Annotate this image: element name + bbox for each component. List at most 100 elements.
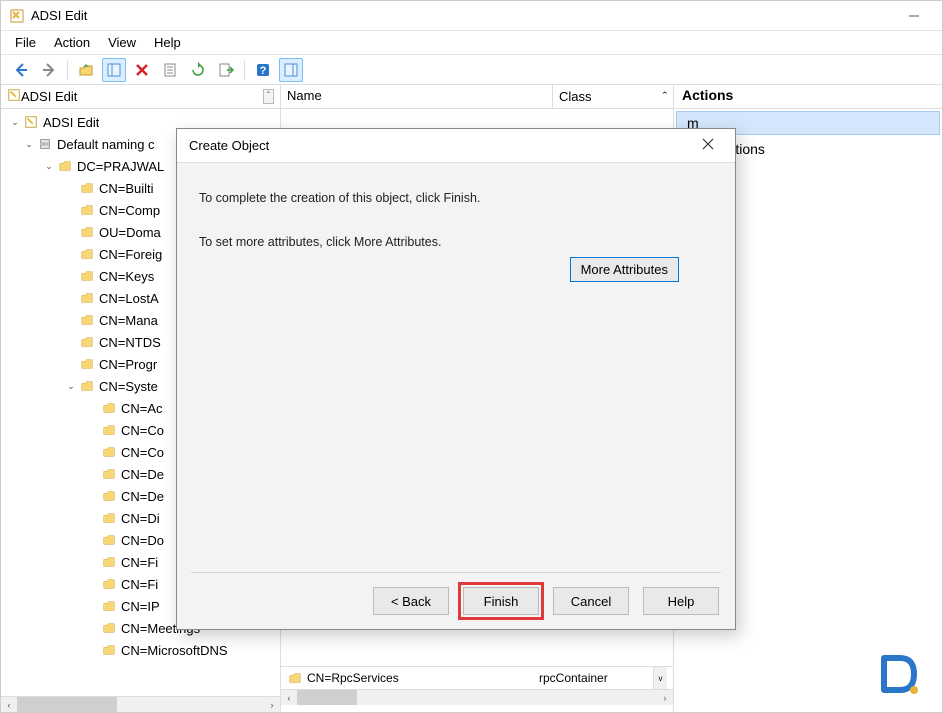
list-item[interactable]: CN=RpcServices rpcContainer v — [281, 667, 673, 689]
expander-none — [65, 314, 77, 326]
scroll-right-button[interactable]: › — [264, 697, 280, 712]
menu-action[interactable]: Action — [54, 35, 90, 50]
scroll-left-button[interactable]: ‹ — [1, 697, 17, 712]
tree-item-label: CN=Progr — [99, 357, 157, 372]
menu-help[interactable]: Help — [154, 35, 181, 50]
properties-button[interactable] — [158, 58, 182, 82]
tree-item-label: CN=Fi — [121, 555, 158, 570]
folder-icon — [57, 158, 73, 174]
delete-button[interactable] — [130, 58, 154, 82]
tree-item-label: CN=De — [121, 489, 164, 504]
folder-icon — [79, 246, 95, 262]
titlebar: ADSI Edit — [1, 1, 942, 31]
cancel-button[interactable]: Cancel — [553, 587, 629, 615]
folder-icon — [101, 532, 117, 548]
column-class-header[interactable]: Class ˆ — [553, 85, 673, 108]
menubar: File Action View Help — [1, 31, 942, 55]
tree-header[interactable]: ADSI Edit ˆ — [1, 85, 280, 109]
folder-icon — [79, 268, 95, 284]
list-item-name: CN=RpcServices — [307, 671, 399, 685]
expander-none — [87, 622, 99, 634]
watermark-logo — [876, 650, 924, 698]
tree-item-label: CN=IP — [121, 599, 160, 614]
forward-nav-button[interactable] — [37, 58, 61, 82]
minimize-button[interactable] — [894, 2, 934, 30]
column-name-header[interactable]: Name — [281, 85, 553, 108]
scroll-right-button[interactable]: › — [657, 690, 673, 705]
show-actions-pane-button[interactable] — [279, 58, 303, 82]
folder-icon — [287, 670, 303, 686]
tree-item[interactable]: CN=MicrosoftDNS — [5, 639, 280, 661]
expander-none — [65, 292, 77, 304]
tree-item-label: CN=MicrosoftDNS — [121, 643, 228, 658]
tree-item-label: CN=Builti — [99, 181, 154, 196]
folder-icon — [101, 598, 117, 614]
expander-open-icon[interactable]: ⌄ — [9, 116, 21, 128]
help-dialog-button[interactable]: Help — [643, 587, 719, 615]
folder-icon — [79, 224, 95, 240]
actions-header: Actions — [674, 85, 942, 109]
folder-icon — [79, 290, 95, 306]
dialog-body: To complete the creation of this object,… — [177, 163, 735, 572]
tree-item-label: CN=NTDS — [99, 335, 161, 350]
expander-none — [87, 446, 99, 458]
server-icon — [37, 136, 53, 152]
scroll-thumb[interactable] — [17, 697, 117, 712]
tree-item-label: CN=Fi — [121, 577, 158, 592]
tree-item-label: CN=Comp — [99, 203, 160, 218]
expander-open-icon[interactable]: ⌄ — [23, 138, 35, 150]
chevron-up-icon[interactable]: ˆ — [663, 89, 667, 104]
expander-none — [65, 226, 77, 238]
folder-icon — [101, 554, 117, 570]
folder-icon — [79, 202, 95, 218]
back-nav-button[interactable] — [9, 58, 33, 82]
expander-open-icon[interactable]: ⌄ — [43, 160, 55, 172]
scroll-down-button[interactable]: v — [653, 667, 667, 689]
expander-open-icon[interactable]: ⌄ — [65, 380, 77, 392]
scroll-track[interactable] — [17, 697, 264, 712]
back-button[interactable]: < Back — [373, 587, 449, 615]
folder-icon — [101, 444, 117, 460]
folder-icon — [101, 576, 117, 592]
horizontal-scrollbar[interactable]: ‹ › — [281, 689, 673, 705]
scroll-left-button[interactable]: ‹ — [281, 690, 297, 705]
expander-none — [87, 490, 99, 502]
folder-icon — [101, 620, 117, 636]
help-button[interactable]: ? — [251, 58, 275, 82]
refresh-button[interactable] — [186, 58, 210, 82]
expander-none — [65, 358, 77, 370]
toolbar: ? — [1, 55, 942, 85]
expander-none — [87, 424, 99, 436]
dialog-text-more: To set more attributes, click More Attri… — [199, 235, 713, 249]
dialog-buttons: < Back Finish Cancel Help — [177, 573, 735, 629]
app-icon — [23, 114, 39, 130]
finish-button[interactable]: Finish — [463, 587, 539, 615]
folder-icon — [101, 510, 117, 526]
up-folder-button[interactable] — [74, 58, 98, 82]
tree-item-label: CN=Syste — [99, 379, 158, 394]
expander-none — [65, 204, 77, 216]
expander-none — [65, 248, 77, 260]
adsi-edit-icon — [9, 8, 25, 24]
chevron-up-icon[interactable]: ˆ — [263, 89, 274, 104]
folder-icon — [101, 466, 117, 482]
export-button[interactable] — [214, 58, 238, 82]
horizontal-scrollbar[interactable]: ‹ › — [1, 696, 280, 712]
tree-item-label: DC=PRAJWAL — [77, 159, 164, 174]
scroll-thumb[interactable] — [297, 690, 357, 705]
menu-view[interactable]: View — [108, 35, 136, 50]
tree-header-label: ADSI Edit — [21, 89, 77, 104]
scroll-track[interactable] — [297, 690, 657, 705]
menu-file[interactable]: File — [15, 35, 36, 50]
expander-none — [87, 468, 99, 480]
more-attributes-button[interactable]: More Attributes — [570, 257, 679, 282]
close-button[interactable] — [693, 137, 723, 154]
show-hide-tree-button[interactable] — [102, 58, 126, 82]
folder-icon — [79, 378, 95, 394]
tree-item-label: CN=Foreig — [99, 247, 162, 262]
column-class-label: Class — [559, 89, 592, 104]
window-title: ADSI Edit — [31, 8, 87, 23]
dialog-text-finish: To complete the creation of this object,… — [199, 191, 713, 205]
adsi-edit-icon — [7, 88, 21, 105]
expander-none — [87, 534, 99, 546]
